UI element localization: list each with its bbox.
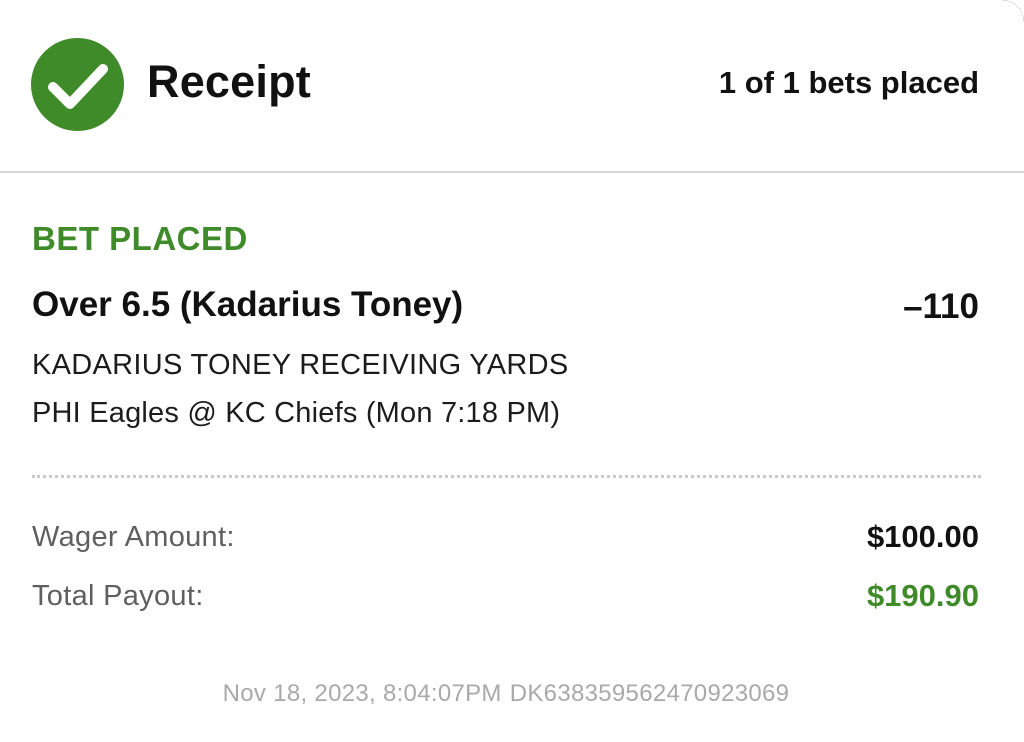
bet-selection: Over 6.5 (Kadarius Toney) [32, 285, 464, 324]
receipt-footer: Nov 18, 2023, 8:04:07PM DK638359562470923… [0, 678, 1012, 710]
bet-id: DK638359562470923069 [509, 680, 790, 707]
page-title: Receipt [147, 56, 311, 107]
header-divider [0, 171, 1024, 173]
bet-status-label: BET PLACED [32, 220, 248, 257]
bet-market: KADARIUS TONEY RECEIVING YARDS [32, 349, 569, 381]
receipt-card: Receipt 1 of 1 bets placed BET PLACED Ov… [0, 0, 1024, 742]
bets-placed-count: 1 of 1 bets placed [718, 65, 979, 100]
total-payout-value: $190.90 [866, 578, 979, 613]
wager-amount-value: $100.00 [866, 519, 979, 554]
bet-timestamp: Nov 18, 2023, 8:04:07PM [222, 680, 502, 707]
dotted-divider [32, 475, 981, 478]
receipt-header: Receipt 1 of 1 bets placed [0, 0, 1024, 173]
bet-odds: –110 [903, 287, 979, 326]
check-circle-icon [31, 38, 124, 131]
total-payout-label: Total Payout: [32, 580, 204, 612]
wager-amount-label: Wager Amount: [32, 521, 235, 553]
event-matchup: PHI Eagles @ KC Chiefs (Mon 7:18 PM) [32, 397, 561, 429]
